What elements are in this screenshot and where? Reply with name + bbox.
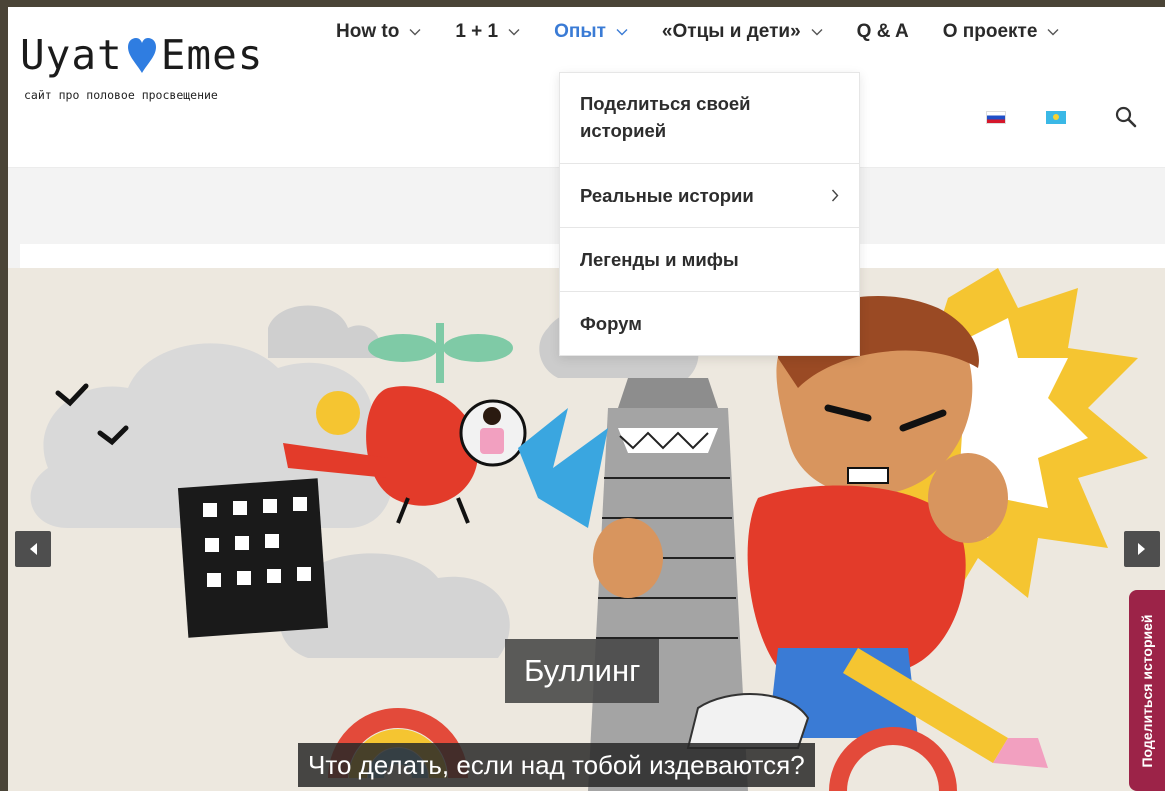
logo-tagline: сайт про половое просвещение [24, 88, 218, 102]
dropdown-item-share-story[interactable]: Поделиться своей историей [560, 73, 859, 164]
language-switcher [986, 105, 1138, 129]
logo-text-emes: Emes [160, 31, 264, 79]
chevron-down-icon [811, 29, 823, 36]
nav-item-about[interactable]: О проекте [943, 21, 1060, 43]
main-nav: How to 1 + 1 Опыт «Отцы и дети» Q & A О … [336, 21, 1059, 43]
chevron-down-icon [1047, 29, 1059, 36]
share-story-tab[interactable]: Поделиться историей [1129, 590, 1165, 791]
flag-russia-icon[interactable] [986, 110, 1006, 124]
heart-icon [127, 37, 156, 73]
dropdown-item-real-stories[interactable]: Реальные истории [560, 164, 859, 228]
page-frame: Uyat Emes сайт про половое просвещение H… [8, 7, 1165, 791]
nav-item-q-and-a[interactable]: Q & A [857, 21, 909, 43]
chevron-down-icon [409, 29, 421, 36]
slider-next-button[interactable] [1124, 531, 1160, 567]
chevron-down-icon [616, 29, 628, 36]
slide-subtitle[interactable]: Что делать, если над тобой издеваются? [298, 743, 815, 787]
nav-item-1plus1[interactable]: 1 + 1 [455, 21, 520, 43]
share-story-tab-label: Поделиться историей [1139, 613, 1155, 768]
search-icon[interactable] [1114, 105, 1138, 129]
chevron-right-icon [1138, 543, 1145, 555]
flag-kazakhstan-icon[interactable] [1046, 110, 1066, 124]
dropdown-item-legends-and-myths[interactable]: Легенды и мифы [560, 228, 859, 292]
nav-item-how-to[interactable]: How to [336, 21, 421, 43]
dropdown-item-forum[interactable]: Форум [560, 292, 859, 355]
slide-title[interactable]: Буллинг [505, 639, 660, 703]
site-logo[interactable]: Uyat Emes сайт про половое просвещение [20, 35, 264, 103]
chevron-down-icon [508, 29, 520, 36]
opyt-dropdown-menu: Поделиться своей историей Реальные истор… [559, 72, 860, 356]
logo-title: Uyat Emes [20, 35, 264, 76]
slider-prev-button[interactable] [15, 531, 51, 567]
logo-text-uyat: Uyat [20, 31, 123, 79]
chevron-right-icon [831, 189, 839, 202]
chevron-left-icon [30, 543, 37, 555]
nav-item-fathers-and-children[interactable]: «Отцы и дети» [662, 21, 823, 43]
nav-item-opyt[interactable]: Опыт [554, 21, 628, 43]
